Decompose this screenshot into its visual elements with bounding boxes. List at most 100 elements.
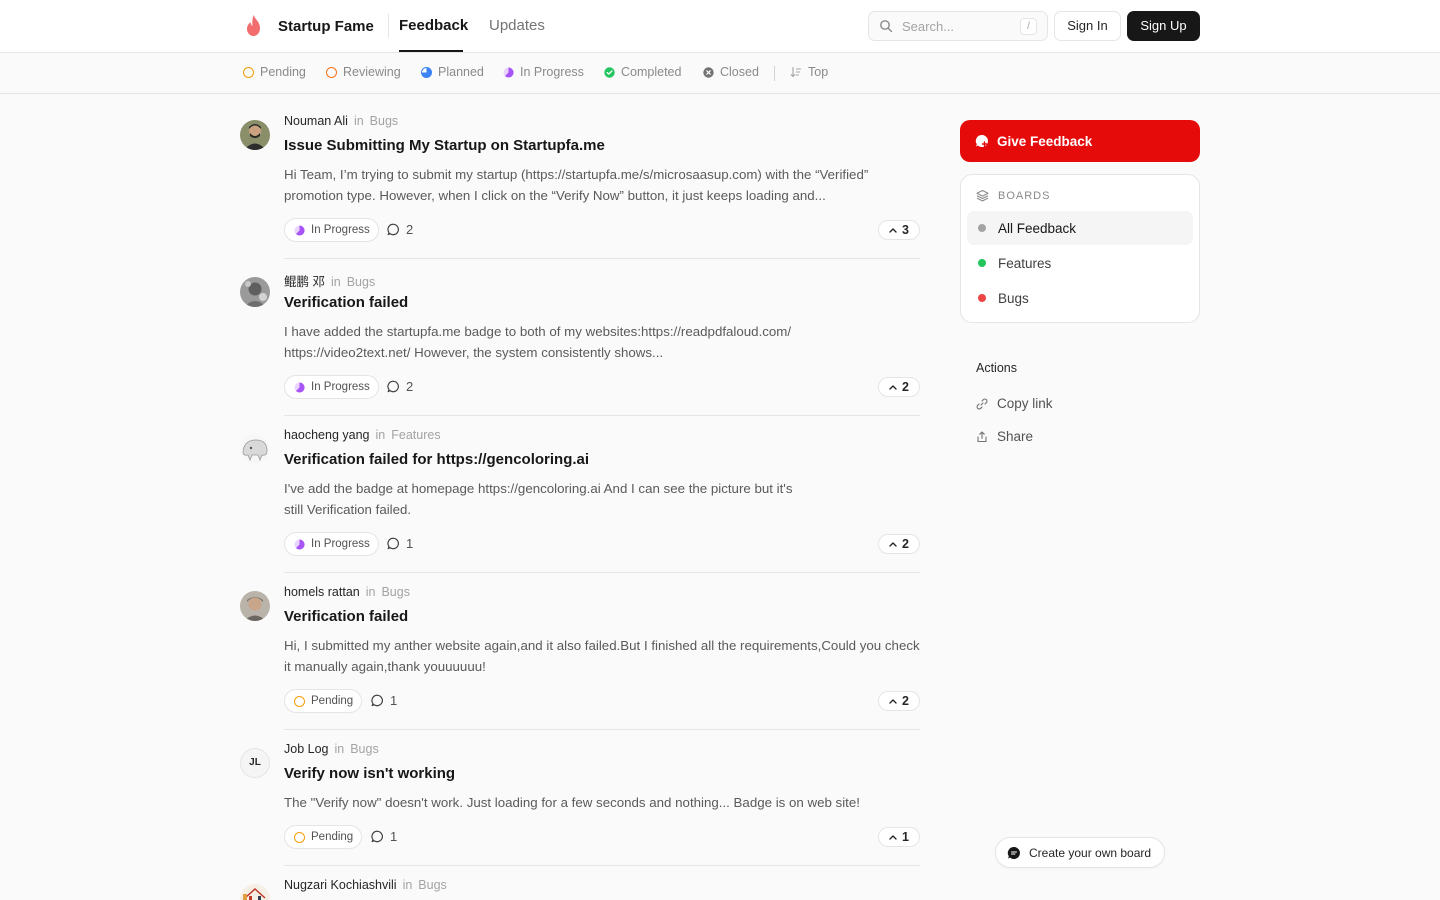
filter-completed[interactable]: Completed (604, 65, 681, 79)
boards-panel: BOARDS All Feedback Features Bugs (960, 174, 1200, 323)
status-badge: Pending (284, 689, 363, 713)
board-name[interactable]: Bugs (370, 114, 399, 128)
author-name[interactable]: Nugzari Kochiashvili (284, 878, 397, 892)
comment-count[interactable]: 1 (371, 693, 397, 708)
layers-icon (976, 189, 989, 202)
upvote-count: 3 (902, 223, 909, 237)
create-board-button[interactable]: Create your own board (995, 837, 1165, 868)
actions-heading: Actions (976, 361, 1017, 375)
create-board-label: Create your own board (1029, 845, 1152, 860)
give-feedback-button[interactable]: Give Feedback (960, 120, 1200, 162)
post-description: The "Verify now" doesn't work. Just load… (284, 795, 860, 810)
post-title[interactable]: Issue Submitting My Startup on Startupfa… (284, 137, 605, 154)
post-title[interactable]: Verification failed for https://gencolor… (284, 451, 589, 468)
completed-check-icon (604, 66, 615, 78)
board-color-dot (978, 224, 986, 232)
filter-label: Top (808, 65, 829, 79)
search-input[interactable]: Search... / (868, 11, 1048, 41)
board-item-bugs[interactable]: Bugs (967, 281, 1193, 315)
board-color-dot (978, 259, 986, 267)
filter-pending[interactable]: Pending (243, 65, 306, 79)
author-name[interactable]: 鲲鹏 邓 (284, 275, 325, 289)
filter-label: Completed (621, 65, 682, 79)
give-feedback-label: Give Feedback (997, 133, 1093, 149)
post-title[interactable]: Verification failed (284, 608, 408, 625)
reviewing-ring-icon (326, 66, 337, 78)
header-divider (388, 14, 389, 38)
sort-top-button[interactable]: Top (790, 65, 828, 79)
action-label: Copy link (997, 396, 1053, 411)
action-label: Share (997, 429, 1034, 444)
upvote-count: 2 (902, 537, 909, 551)
post-divider (284, 258, 920, 259)
brand-link[interactable]: Startup Fame (244, 14, 374, 38)
board-name[interactable]: Bugs (350, 742, 379, 756)
search-icon (880, 20, 893, 33)
avatar (240, 277, 270, 307)
chevron-up-icon (889, 542, 897, 547)
board-name[interactable]: Features (391, 428, 440, 442)
author-name[interactable]: haocheng yang (284, 428, 370, 442)
chevron-up-icon (889, 835, 897, 840)
comment-icon (371, 694, 383, 707)
upvote-button[interactable]: 1 (878, 827, 920, 847)
filter-planned[interactable]: Planned (421, 65, 484, 79)
sort-icon (790, 66, 802, 78)
upvote-button[interactable]: 2 (878, 691, 920, 711)
board-label: All Feedback (998, 220, 1077, 236)
copy-link-action[interactable]: Copy link (976, 396, 1053, 411)
upvote-button[interactable]: 2 (878, 377, 920, 397)
status-label: Pending (311, 695, 354, 707)
upvote-button[interactable]: 3 (878, 220, 920, 240)
board-name[interactable]: Bugs (381, 585, 410, 599)
comment-count[interactable]: 1 (387, 536, 413, 551)
post-title[interactable]: Verify now isn't working (284, 765, 455, 782)
avatar (240, 884, 270, 900)
comment-count[interactable]: 2 (387, 379, 413, 394)
sign-in-button[interactable]: Sign In (1054, 11, 1121, 41)
author-name[interactable]: homels rattan (284, 585, 360, 599)
status-filter-bar: Pending Reviewing Planned In Progress Co… (0, 53, 1440, 94)
tab-feedback[interactable]: Feedback (399, 17, 468, 34)
filter-reviewing[interactable]: Reviewing (326, 65, 401, 79)
tab-updates[interactable]: Updates (489, 17, 545, 34)
in-label: in (365, 585, 376, 599)
sign-up-button[interactable]: Sign Up (1127, 11, 1200, 41)
comment-icon (387, 380, 399, 393)
upvote-button[interactable]: 2 (878, 534, 920, 554)
search-placeholder: Search... (902, 19, 955, 34)
upvote-count: 2 (902, 380, 909, 394)
post-divider (284, 415, 920, 416)
board-label: Bugs (998, 290, 1029, 306)
avatar (240, 120, 270, 150)
planned-icon (421, 66, 432, 78)
share-action[interactable]: Share (976, 429, 1033, 444)
board-name[interactable]: Bugs (347, 275, 376, 289)
post-title[interactable]: Verification failed (284, 294, 408, 311)
filter-closed[interactable]: Closed (703, 65, 759, 79)
status-badge: In Progress (284, 375, 379, 399)
in-progress-icon (294, 538, 305, 549)
avatar (240, 434, 270, 464)
post-meta: Nouman Ali in Bugs (284, 114, 398, 128)
status-label: Pending (311, 831, 354, 843)
avatar: JL (240, 748, 270, 778)
author-name[interactable]: Nouman Ali (284, 114, 348, 128)
post-meta: 鲲鹏 邓 in Bugs (284, 271, 375, 290)
comment-count[interactable]: 2 (387, 222, 413, 237)
board-item-features[interactable]: Features (967, 246, 1193, 280)
filter-in-progress[interactable]: In Progress (503, 65, 584, 79)
post-divider (284, 572, 920, 573)
in-label: in (353, 114, 364, 128)
post-meta: haocheng yang in Features (284, 428, 441, 442)
pending-ring-icon (294, 695, 305, 707)
board-item-all-feedback[interactable]: All Feedback (967, 211, 1193, 245)
comment-count[interactable]: 1 (371, 829, 397, 844)
filter-label: Planned (438, 65, 484, 79)
pending-ring-icon (294, 831, 305, 843)
post-meta: Job Log in Bugs (284, 742, 379, 756)
board-name[interactable]: Bugs (418, 878, 447, 892)
comment-icon (387, 223, 399, 236)
filter-label: In Progress (520, 65, 584, 79)
author-name[interactable]: Job Log (284, 742, 328, 756)
